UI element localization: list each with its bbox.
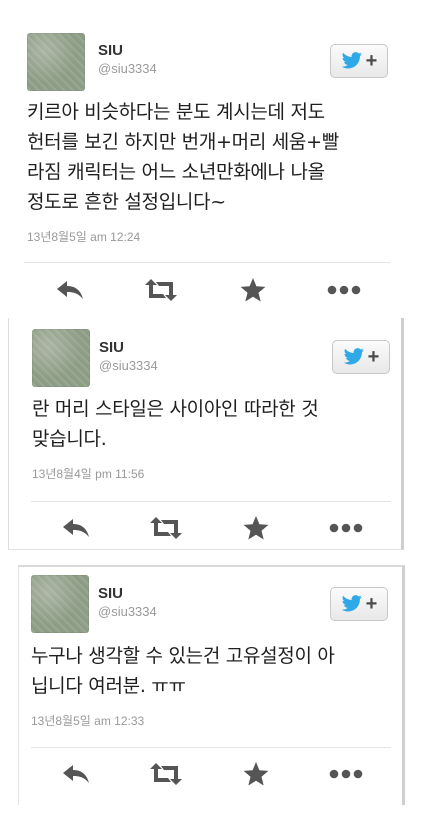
follow-plus: + xyxy=(365,592,378,615)
retweet-button[interactable] xyxy=(141,275,181,305)
favorite-icon xyxy=(243,516,269,540)
favorite-button[interactable] xyxy=(233,275,273,305)
reply-icon xyxy=(56,281,83,299)
twitter-bird-icon xyxy=(341,595,362,612)
retweet-button[interactable] xyxy=(146,513,186,543)
favorite-button[interactable] xyxy=(236,513,276,543)
retweet-icon xyxy=(150,517,182,539)
twitter-bird-icon xyxy=(343,348,364,365)
retweet-button[interactable] xyxy=(146,759,186,789)
retweet-icon xyxy=(150,763,182,785)
more-button[interactable] xyxy=(324,275,364,305)
avatar[interactable] xyxy=(32,329,90,387)
follow-plus: + xyxy=(365,49,378,72)
tweet-text: 란 머리 스타일은 사이아인 따라한 것 맞습니다. xyxy=(32,398,319,450)
user-name[interactable]: SIU xyxy=(98,42,123,59)
more-icon xyxy=(329,769,363,779)
follow-button[interactable]: + xyxy=(330,587,388,621)
user-handle[interactable]: @siu3334 xyxy=(98,604,157,619)
reply-button[interactable] xyxy=(56,759,96,789)
favorite-icon xyxy=(243,762,269,786)
avatar[interactable] xyxy=(31,575,89,633)
tweet-timestamp[interactable]: 13년8월5일 am 12:33 xyxy=(31,712,144,729)
twitter-bird-icon xyxy=(341,52,362,69)
tweet-text: 누구나 생각할 수 있는건 고유설정이 아 닙니다 여러분. ㅠㅠ xyxy=(31,645,335,697)
tweet-actions xyxy=(31,513,391,543)
reply-icon xyxy=(63,765,89,783)
more-icon xyxy=(329,523,363,533)
divider xyxy=(31,501,391,502)
favorite-button[interactable] xyxy=(236,759,276,789)
divider xyxy=(24,262,390,263)
avatar[interactable] xyxy=(27,33,85,91)
tweet-card: SIU @siu3334 + 키르아 비슷하다는 분도 계시는데 저도 헌터를 … xyxy=(0,0,423,318)
tweet-actions xyxy=(24,274,390,306)
tweet-card: SIU @siu3334 + 란 머리 스타일은 사이아인 따라한 것 맞습니다… xyxy=(8,318,404,550)
more-button[interactable] xyxy=(326,513,366,543)
user-name[interactable]: SIU xyxy=(98,585,123,602)
reply-button[interactable] xyxy=(50,275,90,305)
follow-plus: + xyxy=(367,345,380,368)
more-icon xyxy=(327,285,361,295)
user-handle[interactable]: @siu3334 xyxy=(99,358,158,373)
reply-icon xyxy=(63,519,89,537)
retweet-icon xyxy=(145,279,178,301)
user-name[interactable]: SIU xyxy=(99,339,124,356)
tweet-timestamp[interactable]: 13년8월4일 pm 11:56 xyxy=(32,465,144,482)
favorite-icon xyxy=(240,278,266,302)
tweet-actions xyxy=(31,759,391,789)
more-button[interactable] xyxy=(326,759,366,789)
tweet-card: SIU @siu3334 + 누구나 생각할 수 있는건 고유설정이 아 닙니다… xyxy=(18,565,405,805)
follow-button[interactable]: + xyxy=(332,340,390,374)
divider xyxy=(31,747,391,748)
tweet-text: 키르아 비슷하다는 분도 계시는데 저도 헌터를 보긴 하지만 번개+머리 세움… xyxy=(27,101,339,213)
user-handle[interactable]: @siu3334 xyxy=(98,61,157,76)
reply-button[interactable] xyxy=(56,513,96,543)
tweet-timestamp[interactable]: 13년8월5일 am 12:24 xyxy=(27,228,140,245)
follow-button[interactable]: + xyxy=(330,44,388,78)
